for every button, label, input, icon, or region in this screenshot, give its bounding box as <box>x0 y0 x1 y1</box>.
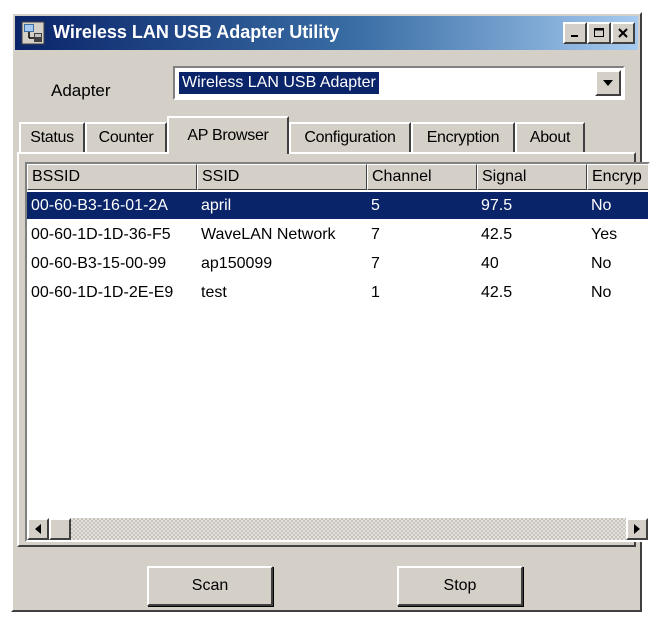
cell-channel: 5 <box>371 197 380 214</box>
adapter-dropdown-button[interactable] <box>595 70 621 96</box>
cell-signal: 42.5 <box>481 284 513 301</box>
ap-list[interactable]: BSSID SSID Channel Signal Encryp 00-60-B… <box>25 162 650 542</box>
window-title: Wireless LAN USB Adapter Utility <box>53 22 340 42</box>
tab-ap-browser[interactable]: AP Browser <box>167 116 289 154</box>
adapter-selected-value: Wireless LAN USB Adapter <box>179 72 379 94</box>
horizontal-scrollbar[interactable] <box>27 518 648 540</box>
utility-window: Wireless LAN USB Adapter Utility Adapter… <box>11 12 650 612</box>
close-button[interactable] <box>611 22 635 44</box>
minimize-button[interactable] <box>563 22 587 44</box>
column-header-bssid[interactable]: BSSID <box>27 164 197 190</box>
cell-ssid: ap150099 <box>201 255 273 272</box>
table-row[interactable]: 00-60-B3-15-00-99 ap150099 7 40 No <box>27 250 648 277</box>
title-bar[interactable]: Wireless LAN USB Adapter Utility <box>15 16 638 50</box>
tab-encryption[interactable]: Encryption <box>411 122 515 152</box>
table-row[interactable]: 00-60-1D-1D-36-F5 WaveLAN Network 7 42.5… <box>27 221 648 248</box>
scroll-right-button[interactable] <box>626 518 648 540</box>
maximize-button[interactable] <box>587 22 611 44</box>
column-header-channel[interactable]: Channel <box>367 164 477 190</box>
close-icon <box>618 28 628 38</box>
cell-bssid: 00-60-B3-15-00-99 <box>31 255 167 272</box>
cell-bssid: 00-60-1D-1D-36-F5 <box>31 226 171 243</box>
table-row[interactable]: 00-60-1D-1D-2E-E9 test 1 42.5 No <box>27 279 648 306</box>
scan-button[interactable]: Scan <box>147 566 273 606</box>
scroll-thumb[interactable] <box>49 518 71 540</box>
cell-ssid: WaveLAN Network <box>201 226 336 243</box>
tab-configuration[interactable]: Configuration <box>289 122 411 152</box>
adapter-label: Adapter <box>51 81 111 100</box>
cell-channel: 7 <box>371 226 380 243</box>
cell-encryption: No <box>591 284 612 301</box>
scroll-left-button[interactable] <box>27 518 49 540</box>
column-header-encryption[interactable]: Encryp <box>587 164 648 190</box>
cell-encryption: Yes <box>591 226 618 243</box>
list-header: BSSID SSID Channel Signal Encryp <box>27 164 648 190</box>
cell-ssid: april <box>201 197 232 214</box>
table-row[interactable]: 00-60-B3-16-01-2A april 5 97.5 No <box>27 192 648 219</box>
tab-about[interactable]: About <box>515 122 585 152</box>
chevron-down-icon <box>603 80 613 86</box>
cell-bssid: 00-60-B3-16-01-2A <box>31 197 168 214</box>
cell-encryption: No <box>591 255 612 272</box>
column-header-signal[interactable]: Signal <box>477 164 587 190</box>
cell-signal: 42.5 <box>481 226 513 243</box>
cell-signal: 40 <box>481 255 499 272</box>
cell-encryption: No <box>591 197 612 214</box>
tab-counter[interactable]: Counter <box>85 122 167 152</box>
tab-status[interactable]: Status <box>19 122 85 152</box>
cell-bssid: 00-60-1D-1D-2E-E9 <box>31 284 174 301</box>
minimize-icon <box>571 35 578 37</box>
adapter-select[interactable]: Wireless LAN USB Adapter <box>173 66 625 100</box>
cell-signal: 97.5 <box>481 197 513 214</box>
cell-ssid: test <box>201 284 227 301</box>
cell-channel: 7 <box>371 255 380 272</box>
scroll-left-icon <box>35 524 41 534</box>
column-header-ssid[interactable]: SSID <box>197 164 367 190</box>
cell-channel: 1 <box>371 284 380 301</box>
app-icon[interactable] <box>21 21 45 45</box>
maximize-icon <box>594 28 604 37</box>
scroll-right-icon <box>634 524 640 534</box>
stop-button[interactable]: Stop <box>397 566 523 606</box>
